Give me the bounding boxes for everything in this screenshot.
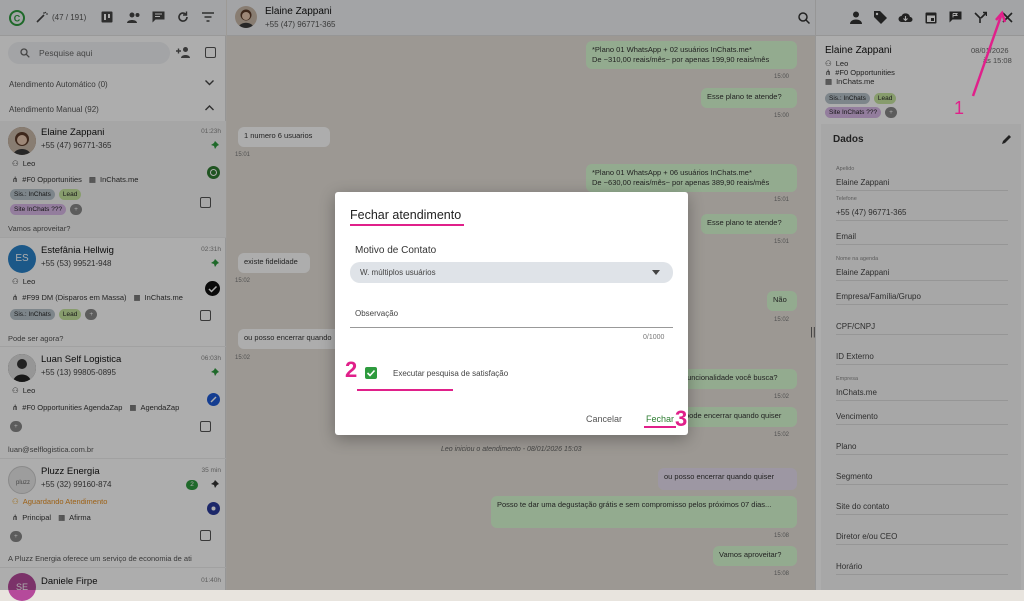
- annotation-number: 2: [345, 357, 358, 382]
- motivo-label: Motivo de Contato: [355, 245, 437, 256]
- dropdown-arrow-icon: [652, 270, 660, 275]
- motivo-select[interactable]: W. múltiplos usuários: [350, 262, 673, 283]
- char-counter: 0/1000: [643, 334, 665, 341]
- annotation-arrow: [971, 10, 1007, 97]
- satisfaction-survey-checkbox[interactable]: [365, 367, 377, 379]
- annotation-underline-title: [350, 224, 464, 226]
- close-ticket-dialog: Fechar atendimento Motivo de Contato W. …: [335, 192, 688, 435]
- confirm-close-button[interactable]: Fechar: [646, 414, 674, 424]
- cancel-button[interactable]: Cancelar: [586, 414, 622, 424]
- checkbox-label: Executar pesquisa de satisfação: [393, 369, 509, 378]
- observacao-input[interactable]: [350, 300, 673, 328]
- motivo-selected-value: W. múltiplos usuários: [360, 268, 436, 277]
- annotation-number: 1: [954, 98, 965, 118]
- annotation-underline-checkbox: [357, 389, 453, 391]
- dialog-title: Fechar atendimento: [350, 208, 462, 222]
- annotation-number: 3: [675, 406, 688, 431]
- annotation-underline-confirm: [644, 426, 676, 428]
